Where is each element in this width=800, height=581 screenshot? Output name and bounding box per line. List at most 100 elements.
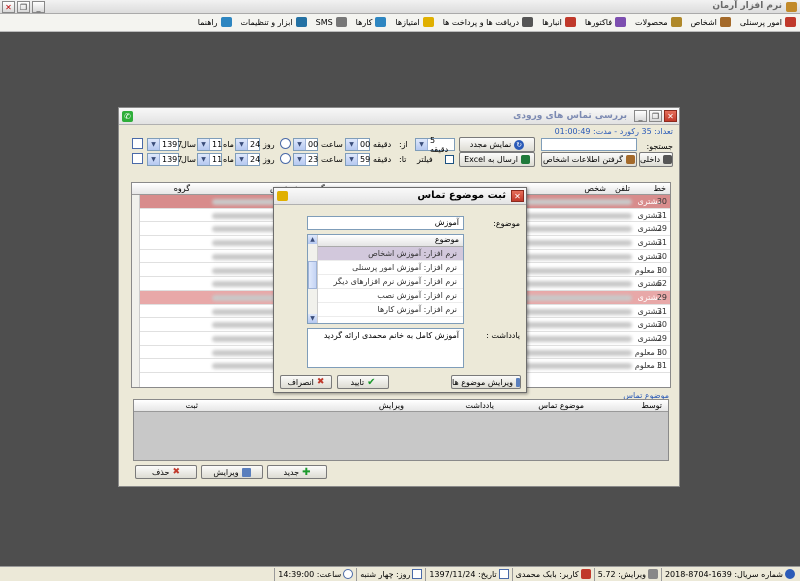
menu-item-tasks[interactable]: کارها xyxy=(356,17,387,27)
from-year-select[interactable]: ▼ 1397 xyxy=(147,138,182,151)
list-item[interactable]: نرم افزار: آموزش نصب xyxy=(318,289,463,303)
calls-summary: تعداد: 35 رکورد - مدت: 01:00:49 xyxy=(554,127,673,136)
list-item[interactable]: نرم افزار: آموزش امور پرسنلی xyxy=(318,261,463,275)
to-hour-select[interactable]: ▼ 23 xyxy=(293,153,318,166)
help-icon xyxy=(220,17,232,27)
chevron-down-icon: ▼ xyxy=(198,139,210,150)
internal-button[interactable]: داخلی xyxy=(639,152,673,167)
col-note: یادداشت xyxy=(465,401,494,410)
ok-button[interactable]: ✔ تایید xyxy=(337,375,389,389)
list-item[interactable]: نرم افزار: آموزش اشخاص xyxy=(318,247,463,261)
window-controls: ✕ ❐ _ xyxy=(2,1,45,13)
close-icon[interactable]: ✕ xyxy=(2,1,15,13)
to-month-select[interactable]: ▼ 11 xyxy=(197,153,222,166)
search-input[interactable] xyxy=(541,138,637,151)
money-icon xyxy=(522,17,534,27)
col-by: توسط xyxy=(641,401,662,410)
new-button[interactable]: ✚ جدید xyxy=(267,465,327,479)
redacted-text xyxy=(522,240,632,247)
dialog-title: ثبت موضوع تماس xyxy=(417,190,506,201)
dialog-note-label: یادداشت : xyxy=(486,331,520,340)
menu-item-sms[interactable]: SMS xyxy=(316,17,347,27)
restore-icon[interactable]: ❐ xyxy=(17,1,30,13)
app-logo-icon xyxy=(786,2,797,12)
excel-button[interactable]: ارسال به Excel xyxy=(459,152,535,167)
from-day-select[interactable]: ▼ 24 xyxy=(235,138,260,151)
redacted-text xyxy=(522,199,632,205)
dialog-subject-list: موضوع نرم افزار: آموزش اشخاص نرم افزار: … xyxy=(307,234,464,324)
calendar-icon[interactable] xyxy=(132,153,143,164)
to-year-select[interactable]: ▼ 1397 xyxy=(147,153,182,166)
version-icon xyxy=(647,569,658,579)
edit-list-icon xyxy=(516,377,520,387)
scroll-up-icon[interactable]: ▲ xyxy=(308,235,317,244)
restore-icon[interactable]: ❐ xyxy=(649,110,662,122)
users-icon xyxy=(785,17,796,27)
chevron-down-icon: ▼ xyxy=(294,139,306,150)
from-minute-select[interactable]: ▼ 00 xyxy=(345,138,370,151)
list-item[interactable]: نرم افزار: آموزش نرم افزارهای دیگر xyxy=(318,275,463,289)
scroll-thumb[interactable] xyxy=(308,261,317,289)
menu-item-personnel[interactable]: امور پرسنلی xyxy=(740,17,796,27)
calendar-icon[interactable] xyxy=(132,138,143,149)
chevron-down-icon: ▼ xyxy=(236,139,248,150)
menu-bar: امور پرسنلی اشخاص محصولات فاکتورها انبار… xyxy=(0,14,800,32)
from-month-select[interactable]: ▼ 11 xyxy=(197,138,222,151)
dialog-subject-input[interactable]: آموزش xyxy=(307,216,464,230)
dialog-list-scrollbar[interactable]: ▲ ▼ xyxy=(308,235,318,323)
search-label: جستجو: xyxy=(646,142,674,151)
to-minute-select[interactable]: ▼ 59 xyxy=(345,153,370,166)
subject-grid-header: توسط موضوع تماس یادداشت ویرایش ثبت xyxy=(134,400,668,412)
from-label: از: xyxy=(399,140,408,149)
sms-icon xyxy=(335,17,347,27)
status-weekday: روز: چهار شنبه xyxy=(356,567,425,581)
close-icon[interactable]: ✕ xyxy=(664,110,677,122)
status-serial: شماره سریال: 1639-8704-2018 xyxy=(660,567,798,581)
star-icon xyxy=(422,17,434,27)
to-label: تا: xyxy=(399,155,407,164)
menu-item-payments[interactable]: دریافت ها و پرداخت ها xyxy=(443,17,534,27)
list-item[interactable]: نرم افزار: آموزش کارها xyxy=(318,303,463,317)
menu-item-products[interactable]: محصولات xyxy=(635,17,682,27)
minimize-icon[interactable]: _ xyxy=(32,1,45,13)
filter-checkbox[interactable] xyxy=(445,155,454,164)
refresh-icon: ↻ xyxy=(514,139,525,150)
col-subject: موضوع تماس xyxy=(538,401,584,410)
from-year-label: سال xyxy=(181,140,196,149)
cancel-button[interactable]: ✖ انصراف xyxy=(280,375,332,389)
from-hour-select[interactable]: ▼ 00 xyxy=(293,138,318,151)
close-icon[interactable]: ✕ xyxy=(511,190,524,202)
edit-subjects-button[interactable]: ویرایش موضوع ها xyxy=(451,375,521,389)
filter-label: فیلتر xyxy=(417,155,433,164)
scroll-down-icon[interactable]: ▼ xyxy=(308,314,317,323)
delete-button[interactable]: ✖ حذف xyxy=(135,465,197,479)
col-edit: ویرایش xyxy=(378,401,404,410)
to-day-select[interactable]: ▼ 24 xyxy=(235,153,260,166)
dialog-app-icon xyxy=(277,191,288,201)
redacted-text xyxy=(522,363,632,370)
redacted-text xyxy=(522,322,632,329)
serial-icon xyxy=(785,569,795,579)
menu-item-help[interactable]: راهنما xyxy=(198,17,232,27)
calls-grid-scrollbar[interactable] xyxy=(132,195,140,387)
menu-item-persons[interactable]: اشخاص xyxy=(691,17,731,27)
menu-item-invoices[interactable]: فاکتورها xyxy=(585,17,627,27)
refresh-button[interactable]: ↻ نمایش مجدد xyxy=(459,137,535,152)
minimize-icon[interactable]: _ xyxy=(634,110,647,122)
dialog-list-header: موضوع xyxy=(318,235,463,247)
edit-button[interactable]: ویرایش xyxy=(201,465,263,479)
menu-item-tools[interactable]: ابزار و تنظیمات xyxy=(241,17,307,27)
col-phone: تلفن xyxy=(614,184,630,193)
menu-item-warehouses[interactable]: انبارها xyxy=(542,17,576,27)
chevron-down-icon: ▼ xyxy=(346,139,358,150)
clock-icon[interactable] xyxy=(280,153,291,164)
phone-icon: ✆ xyxy=(122,111,133,122)
tools-icon xyxy=(295,17,307,27)
interval-select[interactable]: ▼ 5 دقیقه xyxy=(415,136,455,154)
chevron-down-icon: ▼ xyxy=(148,154,160,165)
get-persons-info-button[interactable]: گرفتن اطلاعات اشخاص xyxy=(541,152,637,167)
menu-item-points[interactable]: امتیازها xyxy=(395,17,434,27)
dialog-note-textarea[interactable]: آموزش کامل به خانم محمدی ارائه گردید xyxy=(307,328,464,368)
invoice-icon xyxy=(615,17,627,27)
clock-icon[interactable] xyxy=(280,138,291,149)
